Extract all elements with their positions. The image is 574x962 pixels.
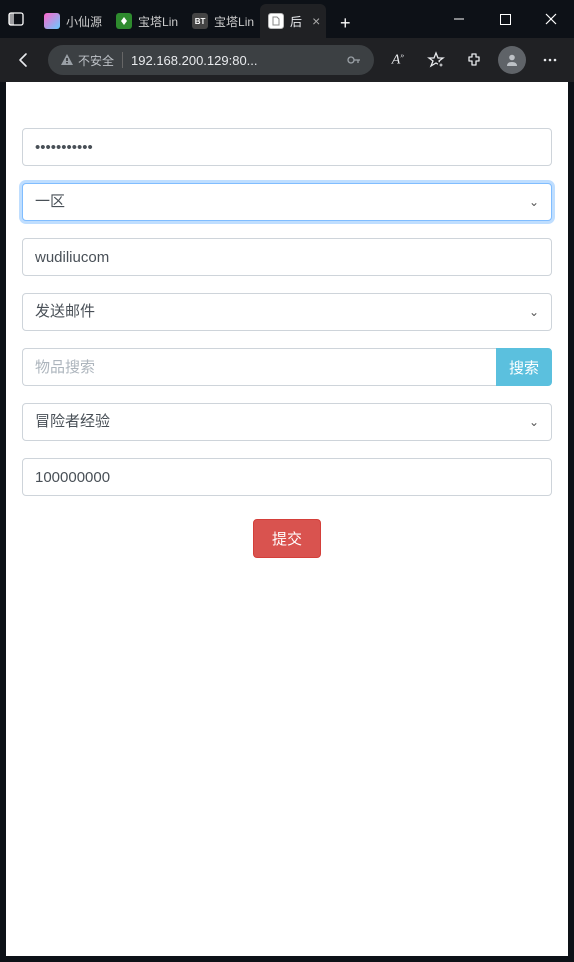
extensions-button[interactable] — [460, 46, 488, 74]
back-button[interactable] — [10, 46, 38, 74]
favorite-button[interactable] — [422, 46, 450, 74]
profile-button[interactable] — [498, 46, 526, 74]
password-field[interactable] — [22, 128, 552, 166]
menu-button[interactable] — [536, 46, 564, 74]
plus-icon: + — [340, 13, 351, 34]
square-icon — [500, 14, 511, 25]
tab-overview-icon[interactable] — [0, 11, 32, 27]
tab-backend[interactable]: 后 × — [260, 4, 326, 38]
submit-wrap: 提交 — [22, 519, 552, 558]
minimize-button[interactable] — [436, 0, 482, 38]
action-selected-value: 发送邮件 — [35, 301, 95, 324]
main-form: 一区 ⌄ 发送邮件 ⌄ 搜索 冒险者经验 ⌄ 提交 — [22, 128, 552, 558]
favicon-page-icon — [268, 13, 284, 29]
chevron-down-icon: ⌄ — [529, 193, 539, 211]
titlebar: 小仙源 宝塔Lin BT 宝塔Lin 后 × + — [0, 0, 574, 38]
favicon-baota2-icon: BT — [192, 13, 208, 29]
chevron-down-icon: ⌄ — [529, 303, 539, 321]
url-text: 192.168.200.129:80... — [131, 53, 338, 68]
username-field[interactable] — [22, 238, 552, 276]
page-viewport: 一区 ⌄ 发送邮件 ⌄ 搜索 冒险者经验 ⌄ 提交 — [6, 82, 568, 956]
maximize-button[interactable] — [482, 0, 528, 38]
address-bar: 不安全 192.168.200.129:80... A» — [0, 38, 574, 82]
key-icon[interactable] — [346, 52, 362, 68]
new-tab-button[interactable]: + — [330, 8, 360, 38]
separator — [122, 52, 123, 68]
category-select[interactable]: 冒险者经验 ⌄ — [22, 403, 552, 441]
tabs: 小仙源 宝塔Lin BT 宝塔Lin 后 × + — [36, 0, 360, 38]
tab-title: 小仙源 — [66, 13, 102, 30]
tab-baota2[interactable]: BT 宝塔Lin — [184, 4, 260, 38]
region-selected-value: 一区 — [35, 191, 65, 214]
tab-baota1[interactable]: 宝塔Lin — [108, 4, 184, 38]
tab-title: 宝塔Lin — [214, 13, 254, 30]
amount-field[interactable] — [22, 458, 552, 496]
warning-icon — [60, 53, 74, 67]
category-selected-value: 冒险者经验 — [35, 411, 110, 434]
region-select[interactable]: 一区 ⌄ — [22, 183, 552, 221]
favicon-baota1-icon — [116, 13, 132, 29]
item-search-group: 搜索 — [22, 348, 552, 386]
tab-title: 宝塔Lin — [138, 13, 178, 30]
close-icon[interactable]: × — [308, 13, 320, 29]
tab-xiaoxian[interactable]: 小仙源 — [36, 4, 108, 38]
avatar-icon — [504, 52, 520, 68]
chevron-down-icon: ⌄ — [529, 413, 539, 431]
submit-button[interactable]: 提交 — [253, 519, 321, 558]
favicon-xiaoxian-icon — [44, 13, 60, 29]
not-secure-label: 不安全 — [78, 52, 114, 69]
window-controls — [436, 0, 574, 38]
tab-title: 后 — [290, 13, 302, 30]
security-indicator[interactable]: 不安全 — [60, 52, 114, 69]
search-button[interactable]: 搜索 — [496, 348, 552, 386]
item-search-input[interactable] — [22, 348, 496, 386]
url-box[interactable]: 不安全 192.168.200.129:80... — [48, 45, 374, 75]
action-select[interactable]: 发送邮件 ⌄ — [22, 293, 552, 331]
read-aloud-button[interactable]: A» — [384, 46, 412, 74]
close-window-button[interactable] — [528, 0, 574, 38]
